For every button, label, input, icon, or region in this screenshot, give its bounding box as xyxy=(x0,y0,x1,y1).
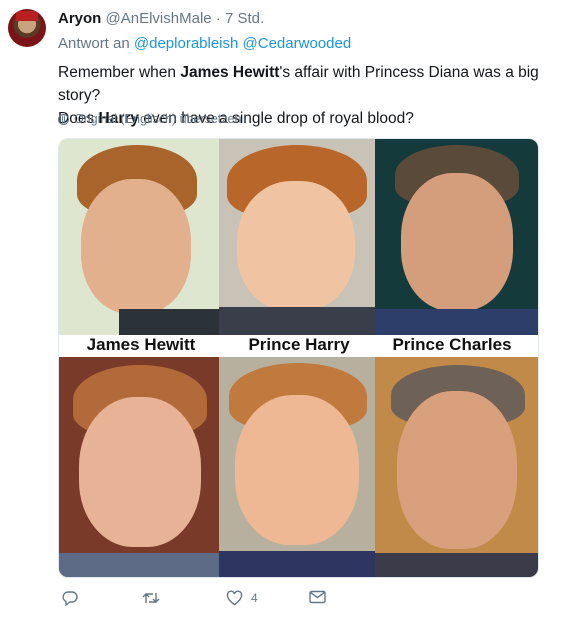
reply-context: Antwort an @deplorableish @Cedarwooded xyxy=(58,35,351,52)
photo-hewitt-bottom xyxy=(59,357,219,577)
photo-charles-bottom xyxy=(375,357,538,577)
author-handle[interactable]: @AnElvishMale xyxy=(106,10,212,27)
caption-row: James Hewitt Prince Harry Prince Charles xyxy=(59,335,538,357)
retweet-icon xyxy=(142,593,160,603)
envelope-icon xyxy=(309,590,326,604)
reply-icon xyxy=(62,591,78,606)
reply-prefix: Antwort an xyxy=(58,35,130,52)
like-count: 4 xyxy=(251,591,258,605)
photo-hewitt-top xyxy=(59,139,219,335)
avatar[interactable] xyxy=(8,9,46,47)
translate-link[interactable]: Original (Englisch) übersetzen xyxy=(58,112,241,126)
retweet-button[interactable] xyxy=(142,590,160,606)
like-button[interactable]: 4 xyxy=(226,590,258,606)
separator-dot: · xyxy=(215,10,221,27)
tweet-header: Aryon @AnElvishMale · 7 Std. xyxy=(58,10,264,27)
caption-prince-charles: Prince Charles xyxy=(392,335,512,354)
text-bold: James Hewitt xyxy=(180,64,280,81)
tweet: Aryon @AnElvishMale · 7 Std. Antwort an … xyxy=(0,0,582,627)
globe-icon xyxy=(58,113,69,125)
photo-harry-top xyxy=(219,139,375,335)
caption-james-hewitt: James Hewitt xyxy=(86,335,196,354)
text-segment: Remember when xyxy=(58,64,181,81)
mention-link[interactable]: @Cedarwooded xyxy=(243,35,352,52)
reply-button[interactable] xyxy=(62,590,78,606)
photo-harry-bottom xyxy=(219,357,375,577)
media-image[interactable]: James Hewitt Prince Harry Prince Charles xyxy=(58,138,539,578)
tweet-time[interactable]: 7 Std. xyxy=(225,10,264,27)
author-name[interactable]: Aryon xyxy=(58,10,101,27)
direct-message-button[interactable] xyxy=(309,590,326,604)
photo-charles-top xyxy=(375,139,538,335)
caption-prince-harry: Prince Harry xyxy=(248,335,350,354)
tweet-actions: 4 xyxy=(58,590,358,610)
heart-icon xyxy=(226,590,243,606)
mention-link[interactable]: @deplorableish xyxy=(134,35,238,52)
translate-label: Original (Englisch) übersetzen xyxy=(74,112,242,126)
